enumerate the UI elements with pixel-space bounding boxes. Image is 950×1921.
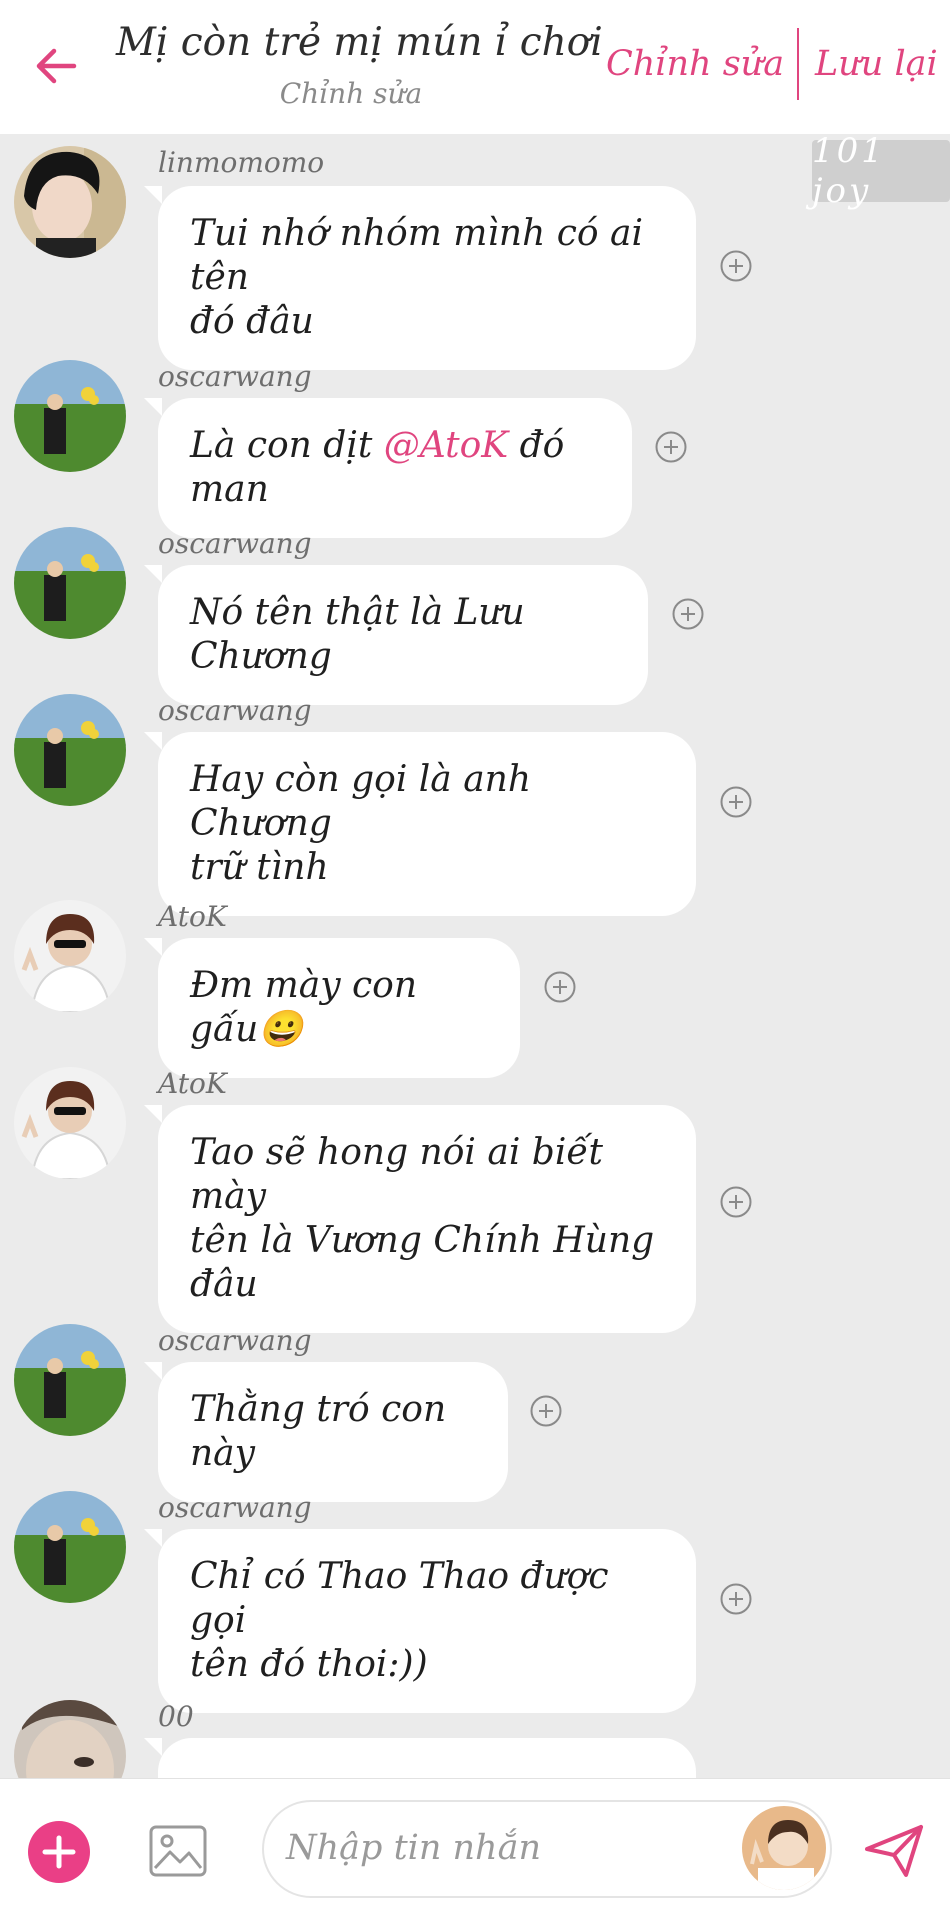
chat-subtitle[interactable]: Chỉnh sửa — [116, 77, 586, 110]
message-bubble[interactable]: Chỉ có Thao Thao được gọi tên đó thoi:)) — [144, 1529, 696, 1713]
message-input-placeholder: Nhập tin nhắn — [286, 1828, 541, 1868]
message-bubble[interactable] — [144, 1738, 696, 1778]
message-bubble[interactable]: Tui nhớ nhóm mình có ai tên đó đâu — [144, 186, 696, 370]
arrow-left-icon — [36, 48, 77, 84]
message-line: Nó tên thật là Lưu Chương — [190, 592, 525, 677]
top-bar: Mị còn trẻ mị mún ỉ chơi Chỉnh sửa Chỉnh… — [0, 0, 950, 134]
message-line: tên là Vương Chính Hùng — [190, 1220, 655, 1261]
username: AtoK — [158, 900, 227, 933]
username: AtoK — [158, 1067, 227, 1100]
avatar[interactable] — [14, 1700, 126, 1778]
message-bubble[interactable]: Nó tên thật là Lưu Chương — [144, 565, 648, 705]
add-button[interactable] — [28, 1821, 90, 1883]
message-line: đâu — [190, 1264, 258, 1305]
message-line: Thằng tró con này — [190, 1389, 447, 1474]
message-bubble[interactable]: Thằng tró con này — [144, 1362, 508, 1502]
message-line: Hay còn gọi là anh Chương — [190, 759, 532, 844]
user-mention[interactable]: @AtoK — [384, 425, 508, 466]
avatar[interactable] — [14, 1324, 126, 1436]
avatar[interactable] — [14, 1067, 126, 1179]
add-circle-icon[interactable] — [719, 1582, 753, 1616]
message-line: Tao sẽ hong nói ai biết mày — [190, 1132, 603, 1217]
message-line: trữ tình — [190, 847, 329, 888]
image-icon[interactable] — [148, 1821, 208, 1881]
sticker-icon — [742, 1806, 826, 1890]
send-icon[interactable] — [862, 1819, 926, 1883]
add-circle-icon[interactable] — [719, 785, 753, 819]
message-text: Là con dịt — [190, 425, 384, 466]
username: linmomomo — [158, 146, 325, 179]
add-circle-icon[interactable] — [719, 249, 753, 283]
message-line: Chỉ có Thao Thao được gọi — [190, 1556, 609, 1641]
avatar[interactable] — [14, 1491, 126, 1603]
username: oscarwang — [158, 1324, 312, 1357]
avatar[interactable] — [14, 527, 126, 639]
username: 00 — [158, 1700, 194, 1733]
plus-icon — [42, 1835, 76, 1869]
username: oscarwang — [158, 527, 312, 560]
add-circle-icon[interactable] — [654, 430, 688, 464]
watermark-tag: 101 joy — [812, 134, 950, 211]
message-line: đó đâu — [190, 301, 314, 342]
header-divider — [797, 28, 799, 100]
message-line: Tui nhớ nhóm mình có ai tên — [190, 213, 643, 298]
message-line: Đm mày con gấu😀 — [190, 965, 418, 1050]
edit-button[interactable]: Chỉnh sửa — [606, 44, 784, 84]
avatar[interactable] — [14, 360, 126, 472]
add-circle-icon[interactable] — [671, 597, 705, 631]
message-bubble[interactable]: Hay còn gọi là anh Chương trữ tình — [144, 732, 696, 916]
avatar[interactable] — [14, 900, 126, 1012]
avatar[interactable] — [14, 694, 126, 806]
back-button[interactable] — [28, 38, 84, 94]
save-button[interactable]: Lưu lại — [815, 44, 938, 84]
message-bubble[interactable]: Là con dịt @AtoK đó man — [144, 398, 632, 538]
chat-title: Mị còn trẻ mị mún ỉ chơi — [116, 20, 603, 65]
add-circle-icon[interactable] — [543, 970, 577, 1004]
username: oscarwang — [158, 1491, 312, 1524]
message-bubble[interactable]: Tao sẽ hong nói ai biết mày tên là Vương… — [144, 1105, 696, 1333]
sticker-button[interactable] — [742, 1806, 826, 1890]
message-composer: Nhập tin nhắn — [0, 1778, 950, 1921]
add-circle-icon[interactable] — [529, 1394, 563, 1428]
message-bubble[interactable]: Đm mày con gấu😀 — [144, 938, 520, 1078]
username: oscarwang — [158, 360, 312, 393]
username: oscarwang — [158, 694, 312, 727]
avatar[interactable] — [14, 146, 126, 258]
add-circle-icon[interactable] — [719, 1185, 753, 1219]
chat-list[interactable]: linmomomo Tui nhớ nhóm mình có ai tên đó… — [0, 134, 950, 1778]
message-line: tên đó thoi:)) — [190, 1644, 428, 1685]
